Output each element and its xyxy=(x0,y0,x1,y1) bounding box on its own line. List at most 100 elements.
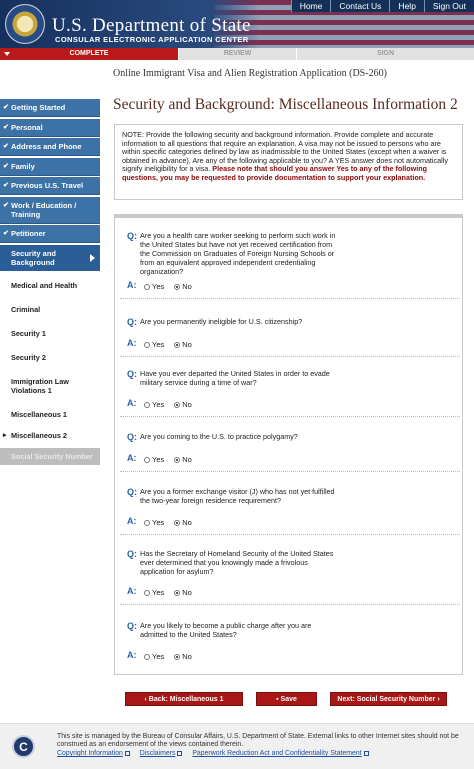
answer-options: Yes No xyxy=(144,282,202,291)
progress-step-label: COMPLETE xyxy=(69,50,109,57)
sidebar-item-label: Work / Education / Training xyxy=(11,200,77,219)
answer-options: Yes No xyxy=(144,518,202,527)
nav-home-link[interactable]: Home xyxy=(290,0,331,12)
radio-no[interactable] xyxy=(174,341,181,348)
chevron-right-icon: › xyxy=(435,696,440,703)
sidebar-item-label: Security and Background xyxy=(11,248,57,267)
answer-marker: A: xyxy=(127,398,137,408)
radio-no[interactable] xyxy=(174,283,181,290)
answer-no-option[interactable]: No xyxy=(174,518,192,527)
answer-no-label: No xyxy=(182,400,192,409)
answer-no-option[interactable]: No xyxy=(174,340,192,349)
answer-marker: A: xyxy=(127,280,137,290)
answer-marker: A: xyxy=(127,338,137,348)
question-marker: Q: xyxy=(127,231,137,241)
answer-yes-label: Yes xyxy=(152,340,165,349)
sidebar-item-previous-travel[interactable]: ✔ Previous U.S. Travel xyxy=(0,177,100,195)
progress-step-complete: COMPLETE xyxy=(0,48,178,60)
radio-no[interactable] xyxy=(174,653,181,660)
question-separator xyxy=(120,356,460,357)
answer-yes-option[interactable]: Yes xyxy=(144,652,164,661)
button-bar: ‹ Back: Miscellaneous 1 ▪ Save Next: Soc… xyxy=(125,692,447,706)
nav-contact-link[interactable]: Contact Us xyxy=(330,0,389,12)
sidebar-subitem-misc-2[interactable]: ▸ Miscellaneous 2 xyxy=(0,426,100,444)
question-text: Are you likely to become a public charge… xyxy=(140,621,312,639)
top-nav: Home Contact Us Help Sign Out xyxy=(290,0,474,12)
answer-yes-option[interactable]: Yes xyxy=(144,518,164,527)
radio-yes[interactable] xyxy=(144,456,150,463)
question-text: Are you permanently ineligible for U.S. … xyxy=(140,317,303,326)
radio-yes[interactable] xyxy=(144,401,150,408)
sidebar-subitem-security-2[interactable]: Security 2 xyxy=(0,348,100,366)
checkmark-icon: ✔ xyxy=(3,230,9,237)
radio-no[interactable] xyxy=(174,456,181,463)
save-button[interactable]: ▪ Save xyxy=(256,692,317,706)
sidebar-subitem-medical-health[interactable]: Medical and Health xyxy=(0,276,100,294)
copyright-link-label: Copyright Information xyxy=(57,750,123,757)
answer-yes-option[interactable]: Yes xyxy=(144,340,164,349)
department-subtitle: CONSULAR ELECTRONIC APPLICATION CENTER xyxy=(55,35,249,44)
sidebar-item-label: Address and Phone xyxy=(11,142,82,151)
sidebar-item-family[interactable]: ✔ Family xyxy=(0,157,100,176)
answer-no-label: No xyxy=(182,340,192,349)
radio-yes[interactable] xyxy=(144,283,150,290)
sidebar-item-address-phone[interactable]: ✔ Address and Phone xyxy=(0,138,100,156)
sidebar-item-label: Petitioner xyxy=(11,229,46,238)
progress-step-review: REVIEW xyxy=(178,48,296,60)
question-separator xyxy=(120,416,460,417)
sidebar-item-security-background[interactable]: Security and Background xyxy=(0,244,100,271)
progress-bar: COMPLETE REVIEW SIGN xyxy=(0,48,474,60)
paperwork-link[interactable]: Paperwork Reduction Act and Confidential… xyxy=(192,750,369,757)
sidebar-item-getting-started[interactable]: ✔ Getting Started xyxy=(0,99,100,117)
radio-yes[interactable] xyxy=(144,341,150,348)
sidebar-item-label: Previous U.S. Travel xyxy=(11,181,84,190)
radio-no[interactable] xyxy=(174,519,181,526)
answer-no-option[interactable]: No xyxy=(174,282,192,291)
answer-yes-option[interactable]: Yes xyxy=(144,455,164,464)
nav-help-link[interactable]: Help xyxy=(389,0,423,12)
sidebar: ✔ Getting Started ✔ Personal ✔ Address and … xyxy=(0,99,100,466)
question-marker: Q: xyxy=(127,487,137,497)
back-button[interactable]: ‹ Back: Miscellaneous 1 xyxy=(125,692,243,706)
sidebar-subitem-misc-1[interactable]: Miscellaneous 1 xyxy=(0,405,100,423)
progress-step-sign: SIGN xyxy=(296,48,474,60)
answer-marker: A: xyxy=(127,516,137,526)
copyright-link[interactable]: Copyright Information xyxy=(57,750,130,757)
radio-no[interactable] xyxy=(174,589,181,596)
radio-yes[interactable] xyxy=(144,653,150,660)
footer-links: Copyright Information Disclaimers Paperw… xyxy=(57,750,377,757)
question-text: Are you a health care worker seeking to … xyxy=(140,231,336,276)
sidebar-item-work-education[interactable]: ✔ Work / Education / Training xyxy=(0,196,100,224)
department-title: U.S. Department of State xyxy=(52,15,251,36)
footer-text: This site is managed by the Bureau of Co… xyxy=(57,733,459,749)
caret-down-icon xyxy=(4,52,10,56)
footer: This site is managed by the Bureau of Co… xyxy=(0,723,474,769)
answer-yes-option[interactable]: Yes xyxy=(144,282,164,291)
disclaimers-link[interactable]: Disclaimers xyxy=(140,750,183,757)
answer-no-label: No xyxy=(182,588,192,597)
sidebar-subitem-immigration-law[interactable]: Immigration Law Violations 1 xyxy=(0,372,100,399)
page: U.S. Department of State CONSULAR ELECTR… xyxy=(0,0,474,769)
radio-yes[interactable] xyxy=(144,519,150,526)
answer-no-option[interactable]: No xyxy=(174,588,192,597)
sidebar-subitem-security-1[interactable]: Security 1 xyxy=(0,324,100,342)
sidebar-item-petitioner[interactable]: ✔ Petitioner xyxy=(0,225,100,243)
answer-yes-option[interactable]: Yes xyxy=(144,588,164,597)
nav-signout-link[interactable]: Sign Out xyxy=(423,0,474,12)
answer-no-option[interactable]: No xyxy=(174,455,192,464)
radio-yes[interactable] xyxy=(144,589,150,596)
sidebar-subitem-criminal[interactable]: Criminal xyxy=(0,300,100,318)
radio-no[interactable] xyxy=(174,401,181,408)
next-button[interactable]: Next: Social Security Number › xyxy=(330,692,447,706)
sidebar-item-social-security: Social Security Number xyxy=(0,447,100,465)
bullet-icon: ▸ xyxy=(3,431,7,439)
answer-no-option[interactable]: No xyxy=(174,652,192,661)
page-title: Security and Background: Miscellaneous I… xyxy=(113,96,458,113)
answer-yes-option[interactable]: Yes xyxy=(144,400,164,409)
next-button-label: Next: Social Security Number xyxy=(337,696,436,703)
external-link-icon xyxy=(177,750,183,756)
sidebar-item-personal[interactable]: ✔ Personal xyxy=(0,118,100,137)
sidebar-item-label: Family xyxy=(11,161,35,171)
question-separator xyxy=(120,298,460,299)
answer-no-option[interactable]: No xyxy=(174,400,192,409)
